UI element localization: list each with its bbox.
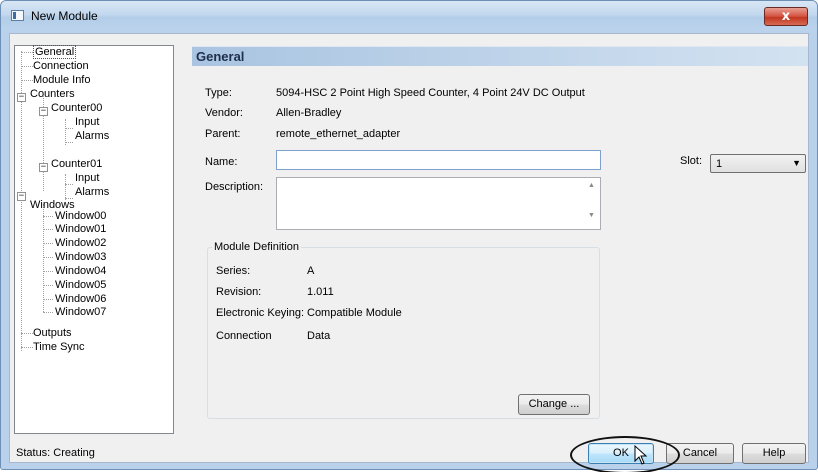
category-tree[interactable]: − − − − General Connection Module Info C… [14, 45, 174, 434]
status-text: Status: Creating [16, 447, 95, 459]
window-icon [11, 10, 24, 21]
tree-item-window00[interactable]: Window00 [55, 210, 106, 223]
tree-item-connection[interactable]: Connection [33, 60, 89, 73]
module-definition-title: Module Definition [212, 241, 301, 253]
type-label: Type: [205, 87, 232, 99]
tree-item-counter01-alarms[interactable]: Alarms [75, 186, 109, 199]
vendor-label: Vendor: [205, 107, 243, 119]
revision-label: Revision: [216, 286, 262, 298]
section-title: General [196, 49, 245, 64]
series-label: Series: [216, 265, 251, 277]
tree-item-module-info[interactable]: Module Info [33, 74, 90, 87]
parent-value: remote_ethernet_adapter [276, 128, 401, 140]
tree-item-window04[interactable]: Window04 [55, 265, 106, 278]
slot-label: Slot: [680, 155, 703, 167]
tree-item-window06[interactable]: Window06 [55, 293, 106, 306]
tree-item-counter00-alarms[interactable]: Alarms [75, 130, 109, 143]
ok-highlight-circle [570, 436, 680, 472]
windows-collapse-icon[interactable]: − [17, 192, 26, 201]
connection-label: Connection [216, 330, 272, 342]
tree-item-counter01-input[interactable]: Input [75, 172, 99, 185]
name-input[interactable] [276, 150, 601, 170]
electronic-keying-label: Electronic Keying: [216, 307, 305, 319]
series-value: A [307, 265, 315, 277]
type-value: 5094-HSC 2 Point High Speed Counter, 4 P… [276, 87, 585, 99]
window-title: New Module [31, 9, 98, 23]
parent-label: Parent: [205, 128, 241, 140]
slot-select[interactable]: 1 ▼ [710, 154, 806, 173]
tree-item-window03[interactable]: Window03 [55, 251, 106, 264]
description-label: Description: [205, 181, 264, 193]
mouse-cursor-icon [634, 445, 648, 465]
tree-item-general[interactable]: General [33, 45, 77, 59]
tree-item-counter00[interactable]: Counter00 [51, 102, 102, 115]
tree-item-window05[interactable]: Window05 [55, 279, 106, 292]
tree-item-counter01[interactable]: Counter01 [51, 158, 102, 171]
tree-item-counter00-input[interactable]: Input [75, 116, 99, 129]
description-input[interactable]: ▲ ▼ [276, 177, 601, 230]
counters-collapse-icon[interactable]: − [17, 93, 26, 102]
help-button[interactable]: Help [742, 443, 806, 464]
section-header: General [192, 46, 808, 66]
revision-value: 1.011 [307, 286, 334, 298]
scroll-up-icon[interactable]: ▲ [588, 182, 595, 189]
counter01-collapse-icon[interactable]: − [39, 163, 48, 172]
title-bar[interactable]: New Module x [1, 1, 817, 31]
tree-item-time-sync[interactable]: Time Sync [33, 341, 85, 354]
tree-item-counters[interactable]: Counters [30, 88, 75, 101]
tree-item-window01[interactable]: Window01 [55, 223, 106, 236]
change-button[interactable]: Change ... [518, 394, 590, 415]
slot-value: 1 [716, 158, 723, 170]
description-scrollbar[interactable]: ▲ ▼ [588, 182, 598, 220]
scroll-down-icon[interactable]: ▼ [588, 212, 595, 219]
tree-item-window02[interactable]: Window02 [55, 237, 106, 250]
tree-item-window07[interactable]: Window07 [55, 306, 106, 319]
electronic-keying-value: Compatible Module [307, 307, 402, 319]
vendor-value: Allen-Bradley [276, 107, 342, 119]
counter00-collapse-icon[interactable]: − [39, 107, 48, 116]
connection-value: Data [307, 330, 331, 342]
chevron-down-icon: ▼ [792, 158, 801, 168]
close-button[interactable]: x [764, 7, 808, 26]
tree-item-outputs[interactable]: Outputs [33, 327, 72, 340]
name-label: Name: [205, 156, 238, 168]
